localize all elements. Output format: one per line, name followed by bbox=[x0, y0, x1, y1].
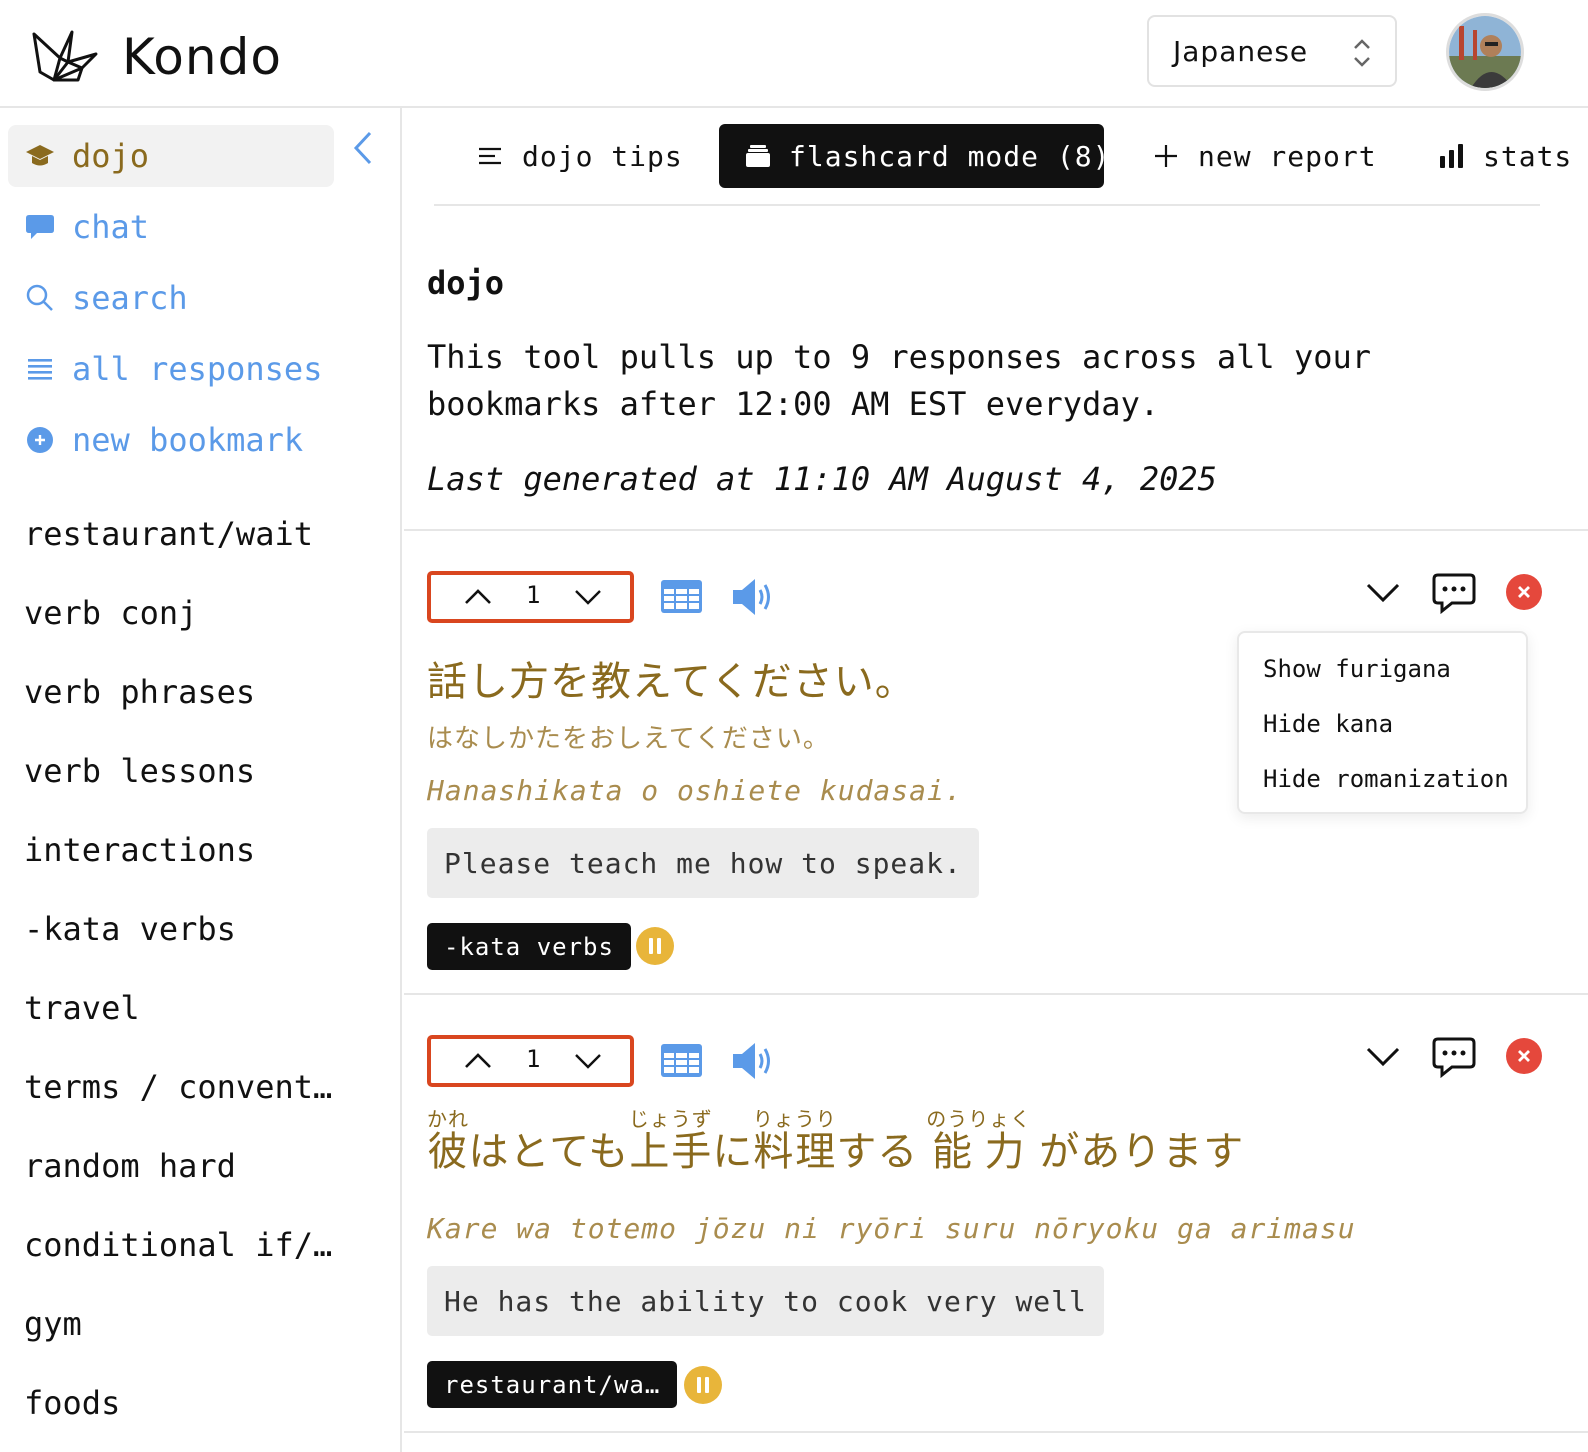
count-value: 1 bbox=[526, 581, 541, 609]
chevron-down-icon[interactable] bbox=[573, 587, 603, 607]
tab-stats[interactable]: stats bbox=[1439, 124, 1572, 188]
tab-new-report[interactable]: new report bbox=[1154, 124, 1377, 188]
sidebar-bookmark[interactable]: -kata verbs bbox=[24, 910, 236, 948]
tab-dojo-tips[interactable]: dojo tips bbox=[478, 124, 683, 188]
close-icon[interactable] bbox=[1505, 1037, 1543, 1075]
bookmark-tag[interactable]: -kata verbs bbox=[427, 923, 631, 970]
chat-dots-icon[interactable] bbox=[1432, 1036, 1476, 1078]
speaker-icon[interactable] bbox=[731, 1041, 775, 1081]
card-stack-icon bbox=[745, 143, 771, 169]
table-icon[interactable] bbox=[660, 1043, 703, 1078]
menu-item-show-furigana[interactable]: Show furigana bbox=[1263, 655, 1451, 683]
page-title: dojo bbox=[427, 264, 505, 302]
sidebar-bookmark[interactable]: verb phrases bbox=[24, 673, 255, 711]
app-header: Kondo Japanese bbox=[0, 0, 1588, 108]
collapse-sidebar-icon[interactable] bbox=[350, 130, 378, 166]
sidebar-item-new-bookmark[interactable]: new bookmark bbox=[8, 409, 334, 471]
sidebar-bookmark[interactable]: conditional if/… bbox=[24, 1226, 332, 1264]
tab-label: stats bbox=[1483, 139, 1573, 173]
search-icon bbox=[24, 282, 56, 314]
furigana-word: 上手じょうず bbox=[628, 1107, 713, 1175]
divider bbox=[404, 1431, 1588, 1433]
plus-icon bbox=[1154, 143, 1180, 169]
sidebar-item-label: new bookmark bbox=[72, 421, 304, 459]
sentence-segment: があります bbox=[1025, 1129, 1245, 1175]
chevron-up-icon[interactable] bbox=[463, 1049, 493, 1071]
divider bbox=[404, 993, 1588, 995]
language-select[interactable]: Japanese bbox=[1147, 15, 1397, 87]
bar-chart-icon bbox=[1439, 143, 1465, 169]
divider bbox=[404, 529, 1588, 531]
chevron-up-icon[interactable] bbox=[463, 585, 493, 607]
sidebar-item-dojo[interactable]: dojo bbox=[8, 125, 334, 187]
menu-item-hide-romanization[interactable]: Hide romanization bbox=[1263, 765, 1509, 793]
sidebar-bookmark[interactable]: interactions bbox=[24, 831, 255, 869]
sidebar-bookmark[interactable]: verb conj bbox=[24, 594, 197, 632]
tab-label: new report bbox=[1198, 139, 1377, 173]
kana-reading: はなしかたをおしえてください。 bbox=[427, 724, 830, 754]
translation-box: He has the ability to cook very well bbox=[427, 1266, 1104, 1336]
sidebar-item-all-responses[interactable]: all responses bbox=[8, 338, 334, 400]
sentence-segment: に bbox=[712, 1129, 754, 1175]
furigana-word: 彼かれ bbox=[427, 1107, 469, 1175]
avatar-photo-icon bbox=[1449, 16, 1521, 88]
furigana-word: 料理りょうり bbox=[752, 1107, 837, 1175]
japanese-sentence-furigana: 彼かれはとても上手じょうずに料理りょうりする 能力のうりょく があります bbox=[427, 1107, 1245, 1177]
paper-crane-logo-icon[interactable] bbox=[32, 28, 98, 86]
sidebar-item-label: search bbox=[72, 279, 188, 317]
tab-bar: dojo tips flashcard mode (8) new report … bbox=[434, 124, 1571, 206]
count-stepper[interactable]: 1 bbox=[427, 571, 634, 623]
sidebar-bookmark[interactable]: terms / convent… bbox=[24, 1068, 332, 1106]
chat-bubble-icon bbox=[24, 211, 56, 243]
sidebar-bookmark[interactable]: verb lessons bbox=[24, 752, 255, 790]
tab-flashcard-mode[interactable]: flashcard mode (8) bbox=[719, 124, 1109, 188]
japanese-sentence: 話し方を教えてください。 bbox=[427, 659, 916, 705]
romanization: Hanashikata o oshiete kudasai. bbox=[427, 774, 963, 807]
sentence-segment: はとても bbox=[468, 1129, 630, 1175]
sidebar-bookmark[interactable]: foods bbox=[24, 1384, 120, 1422]
speaker-icon[interactable] bbox=[731, 577, 775, 617]
chevron-down-icon[interactable] bbox=[1365, 580, 1401, 604]
sidebar-bookmark[interactable]: random hard bbox=[24, 1147, 236, 1185]
brand-name: Kondo bbox=[122, 28, 282, 86]
language-select-value: Japanese bbox=[1173, 35, 1309, 68]
plus-circle-icon bbox=[24, 424, 56, 456]
sentence-segment: する bbox=[836, 1129, 933, 1175]
chat-dots-icon[interactable] bbox=[1432, 572, 1476, 614]
furigana-word: 能力のうりょく bbox=[926, 1107, 1032, 1175]
sidebar-item-label: chat bbox=[72, 208, 150, 246]
menu-lines-icon bbox=[478, 143, 504, 169]
last-generated-text: Last generated at 11:10 AM August 4, 202… bbox=[427, 460, 1217, 498]
sidebar-item-label: dojo bbox=[72, 137, 150, 175]
chevron-down-icon[interactable] bbox=[573, 1051, 603, 1071]
sidebar-item-chat[interactable]: chat bbox=[8, 196, 334, 258]
pause-icon[interactable] bbox=[683, 1365, 723, 1405]
count-value: 1 bbox=[526, 1045, 541, 1073]
pause-icon[interactable] bbox=[635, 926, 675, 966]
intro-description: This tool pulls up to 9 responses across… bbox=[427, 338, 1372, 423]
count-stepper[interactable]: 1 bbox=[427, 1035, 634, 1087]
display-options-menu: Show furigana Hide kana Hide romanizatio… bbox=[1237, 631, 1528, 814]
sidebar-bookmark[interactable]: travel bbox=[24, 989, 140, 1027]
chevron-down-icon[interactable] bbox=[1365, 1044, 1401, 1068]
user-avatar[interactable] bbox=[1446, 13, 1524, 91]
table-icon[interactable] bbox=[660, 579, 703, 614]
menu-item-hide-kana[interactable]: Hide kana bbox=[1263, 710, 1393, 738]
translation-box: Please teach me how to speak. bbox=[427, 828, 979, 898]
bookmark-tag[interactable]: restaurant/wa… bbox=[427, 1361, 678, 1408]
tab-label: flashcard mode (8) bbox=[789, 139, 1111, 173]
sidebar-bookmark[interactable]: gym bbox=[24, 1305, 82, 1343]
sidebar-item-label: all responses bbox=[72, 350, 323, 388]
chevron-up-down-icon bbox=[1354, 39, 1370, 67]
sidebar-bookmark[interactable]: restaurant/wait bbox=[24, 515, 313, 553]
romanization: Kare wa totemo jōzu ni ryōri suru nōryok… bbox=[427, 1212, 1356, 1245]
close-icon[interactable] bbox=[1505, 573, 1543, 611]
list-icon bbox=[24, 353, 56, 385]
tab-label: dojo tips bbox=[522, 139, 683, 173]
sidebar-item-search[interactable]: search bbox=[8, 267, 334, 329]
graduation-cap-icon bbox=[24, 140, 56, 172]
